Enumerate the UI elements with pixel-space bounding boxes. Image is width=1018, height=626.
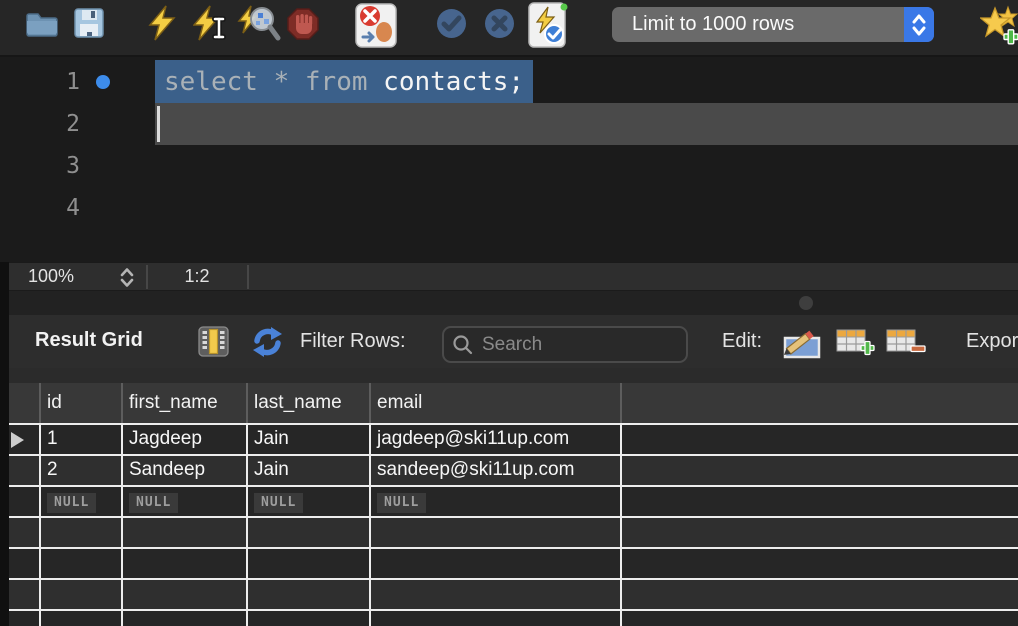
grid-header-id[interactable]: id (41, 383, 123, 423)
export-label[interactable]: Export (966, 330, 1018, 353)
table-row[interactable]: 1 Jagdeep Jain jagdeep@ski11up.com (0, 423, 1018, 454)
table-row-empty[interactable] (0, 578, 1018, 609)
sql-selected-statement[interactable]: select * from contacts; (155, 60, 533, 103)
text-caret (157, 106, 160, 142)
line-number: 1 (0, 61, 80, 103)
edit-label: Edit: (722, 330, 762, 353)
execute-current-statement-icon[interactable] (193, 5, 229, 46)
cell-filler (622, 425, 1018, 454)
cell-filler (622, 487, 1018, 516)
line-number: 3 (0, 145, 80, 187)
statusbar-divider (146, 265, 148, 289)
mysql-workbench-query-window: Limit to 1000 rows 1 2 3 4 (0, 0, 1018, 626)
zoom-stepper-icon[interactable] (118, 266, 136, 294)
null-badge[interactable]: NULL (254, 493, 303, 513)
statusbar-divider (247, 265, 249, 289)
null-badge[interactable]: NULL (377, 493, 426, 513)
null-badge[interactable]: NULL (47, 493, 96, 513)
search-input[interactable] (482, 334, 678, 356)
search-box[interactable] (442, 326, 688, 363)
pane-splitter[interactable] (0, 291, 1018, 315)
refresh-icon[interactable] (251, 326, 284, 363)
window-left-edge (0, 262, 9, 626)
open-script-icon[interactable] (25, 9, 59, 43)
sql-star: * (274, 67, 305, 97)
zoom-level: 100% (28, 263, 74, 291)
grid-body: 1 Jagdeep Jain jagdeep@ski11up.com 2 San… (0, 423, 1018, 626)
line-number: 4 (0, 187, 80, 229)
filter-rows-label: Filter Rows: (300, 330, 406, 353)
table-row-empty[interactable] (0, 609, 1018, 626)
statement-marker-icon[interactable] (96, 75, 110, 89)
sql-editor[interactable]: 1 2 3 4 select * from contacts; (0, 59, 1018, 262)
cell-email[interactable]: jagdeep@ski11up.com (371, 425, 622, 454)
table-row-empty[interactable] (0, 547, 1018, 578)
cell-filler (622, 456, 1018, 485)
splitter-handle-icon[interactable] (799, 296, 813, 310)
grid-header-filler (622, 383, 1018, 423)
table-row-empty[interactable] (0, 516, 1018, 547)
grid-header-first-name[interactable]: first_name (123, 383, 248, 423)
query-toolbar: Limit to 1000 rows (0, 0, 1018, 57)
cell-id[interactable]: 1 (41, 425, 123, 454)
table-row-new[interactable]: NULL NULL NULL NULL (0, 485, 1018, 516)
grid-header-last-name[interactable]: last_name (248, 383, 371, 423)
toggle-stop-on-error-icon[interactable] (355, 3, 397, 53)
delete-row-icon[interactable] (886, 328, 926, 364)
edit-pencil-icon[interactable] (782, 327, 824, 364)
cell-id[interactable]: 2 (41, 456, 123, 485)
insert-row-icon[interactable] (836, 328, 876, 364)
line-number: 2 (0, 103, 80, 145)
cell-email[interactable]: sandeep@ski11up.com (371, 456, 622, 485)
result-grid: id first_name last_name email 1 Jagdeep … (0, 368, 1018, 626)
commit-on-execute-icon[interactable] (528, 2, 568, 53)
stop-icon[interactable] (287, 8, 319, 45)
sql-keyword: select (164, 67, 274, 97)
explain-plan-icon[interactable] (237, 5, 281, 48)
cell-last-name[interactable]: Jain (248, 456, 371, 485)
cursor-position: 1:2 (162, 263, 232, 291)
limit-rows-dropdown[interactable]: Limit to 1000 rows (612, 7, 934, 42)
limit-rows-value: Limit to 1000 rows (612, 13, 904, 36)
table-row[interactable]: 2 Sandeep Jain sandeep@ski11up.com (0, 454, 1018, 485)
dropdown-stepper-icon[interactable] (904, 7, 934, 42)
grid-columns-icon[interactable] (198, 326, 229, 362)
editor-statusbar: 100% 1:2 (0, 262, 1018, 290)
save-script-icon[interactable] (74, 8, 104, 43)
rollback-icon[interactable] (484, 8, 515, 44)
current-line-highlight (155, 103, 1018, 145)
search-icon (452, 334, 474, 356)
sql-keyword: from (305, 67, 383, 97)
cell-first-name[interactable]: Jagdeep (123, 425, 248, 454)
execute-icon[interactable] (146, 5, 178, 46)
current-row-marker-icon (11, 432, 24, 448)
sql-table-name: contacts; (383, 67, 524, 97)
cell-last-name[interactable]: Jain (248, 425, 371, 454)
result-grid-title: Result Grid (35, 329, 143, 352)
grid-header-row: id first_name last_name email (0, 383, 1018, 423)
commit-icon[interactable] (436, 8, 467, 44)
null-badge[interactable]: NULL (129, 493, 178, 513)
cell-first-name[interactable]: Sandeep (123, 456, 248, 485)
grid-header-email[interactable]: email (371, 383, 622, 423)
result-grid-toolbar: Result Grid Filter Rows: (0, 315, 1018, 368)
save-snippet-icon[interactable] (980, 5, 1018, 50)
